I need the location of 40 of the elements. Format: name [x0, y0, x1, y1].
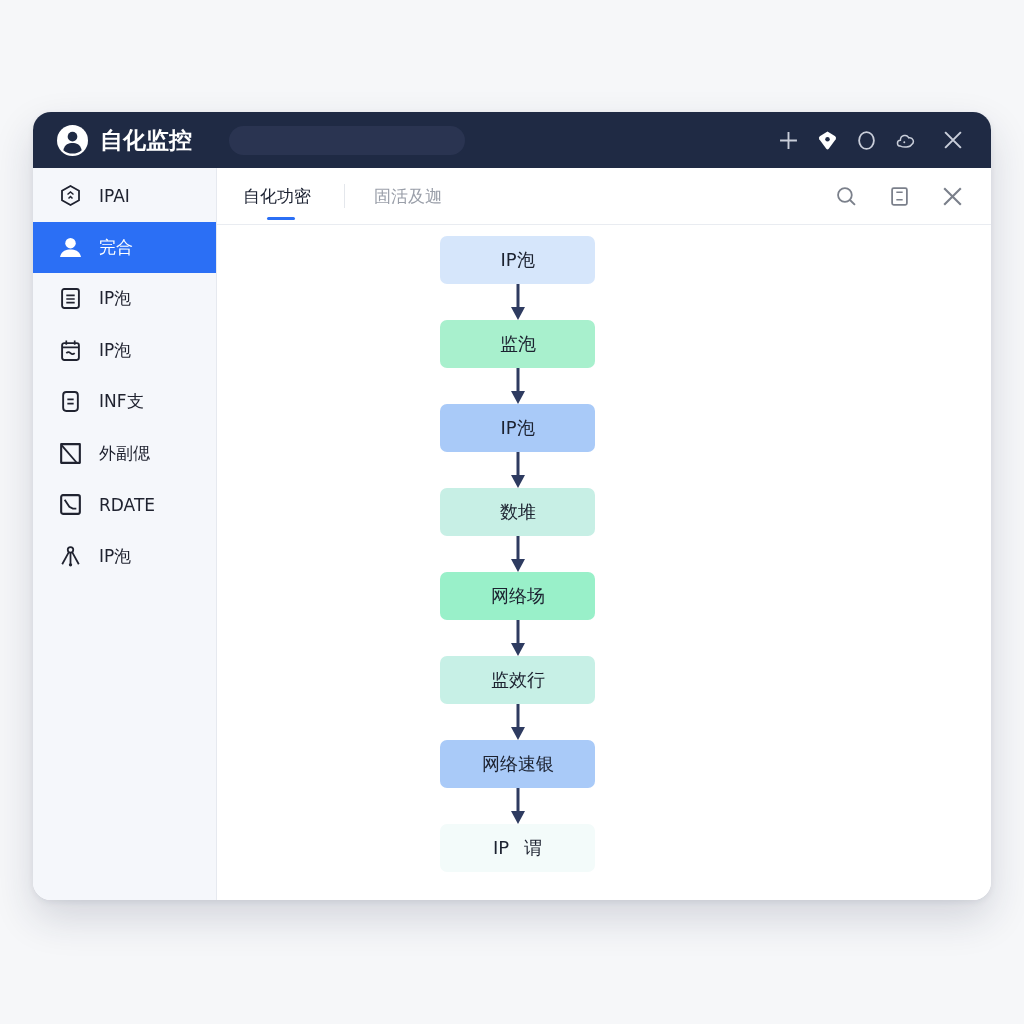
down-arrow	[510, 704, 525, 740]
down-arrow	[510, 620, 525, 656]
plus-icon[interactable]	[779, 130, 798, 150]
down-arrow	[510, 284, 525, 320]
sidebar-item[interactable]: IP泡	[33, 324, 216, 376]
slashed-square-icon	[60, 442, 81, 464]
circle-icon[interactable]	[857, 130, 876, 150]
shield-icon[interactable]	[818, 130, 837, 150]
calendar-icon	[60, 339, 81, 361]
window-title: 自化监控	[100, 125, 192, 155]
flow-node: 网络速银	[440, 740, 595, 788]
document-icon	[60, 391, 81, 413]
flow-node: 数堆	[440, 488, 595, 536]
flow-node: 网络场	[440, 572, 595, 620]
close-icon[interactable]	[943, 186, 962, 206]
document-icon[interactable]	[890, 186, 909, 206]
sidebar-item[interactable]: IP泡	[33, 273, 216, 325]
user-icon	[60, 236, 81, 258]
avatar-icon	[57, 124, 88, 156]
search-icon[interactable]	[837, 186, 856, 206]
sidebar-item[interactable]: 外副偲	[33, 427, 216, 479]
flow-node: 监泡	[440, 320, 595, 368]
down-arrow	[510, 788, 525, 824]
hexagon-icon	[60, 185, 81, 207]
list-icon	[60, 288, 81, 310]
sidebar-item[interactable]: IP泡	[33, 530, 216, 582]
flow-node: IP 谓	[440, 824, 595, 872]
close-icon[interactable]	[944, 131, 962, 149]
sidebar-item[interactable]: RDATE	[33, 479, 216, 531]
down-arrow	[510, 368, 525, 404]
flow-node: IP泡	[440, 236, 595, 284]
flow-node: 监效行	[440, 656, 595, 704]
flow-node: IP泡	[440, 404, 595, 452]
sidebar-item[interactable]: IPAI	[33, 170, 216, 222]
network-icon	[60, 545, 81, 567]
down-arrow	[510, 452, 525, 488]
down-arrow	[510, 536, 525, 572]
line-chart-icon	[60, 494, 81, 516]
sidebar-item[interactable]: 完合	[33, 221, 216, 273]
sidebar-item[interactable]: INF支	[33, 376, 216, 428]
